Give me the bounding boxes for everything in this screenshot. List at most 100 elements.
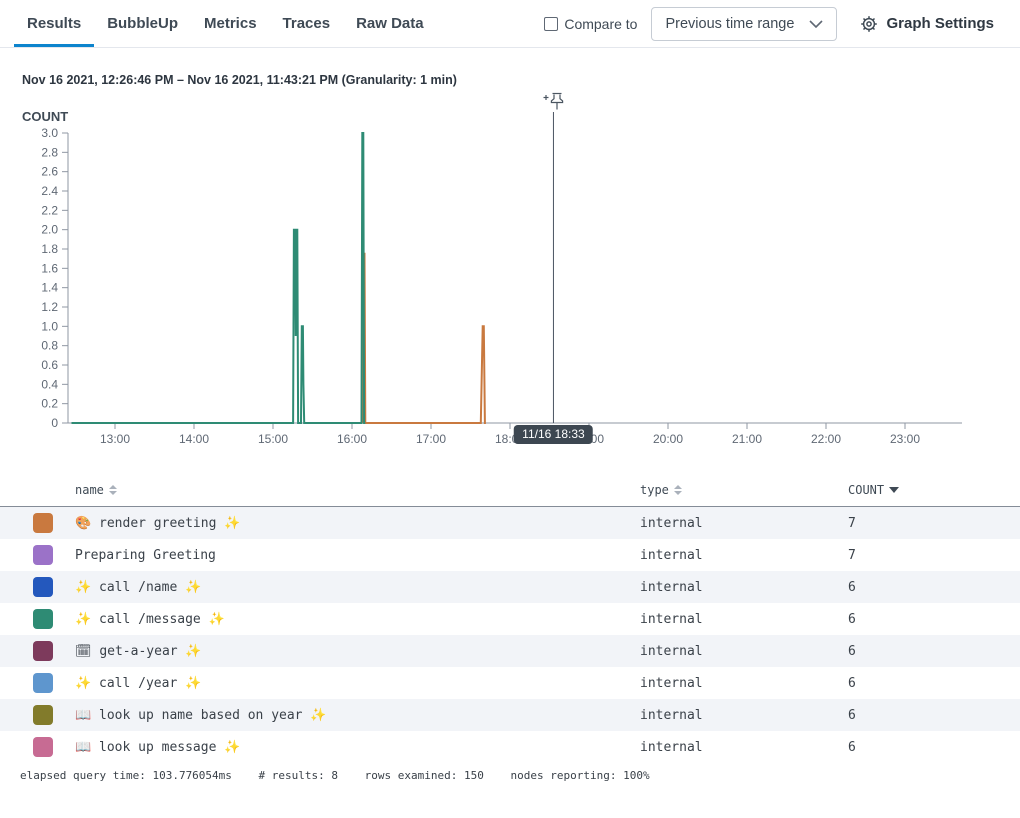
y-tick-label: 2.0 xyxy=(41,223,58,237)
series-color-swatch xyxy=(33,705,53,725)
column-header-count-label: COUNT xyxy=(848,483,884,497)
tab-bubbleup[interactable]: BubbleUp xyxy=(94,0,191,47)
row-type: internal xyxy=(640,580,703,595)
x-tick-label: 17:00 xyxy=(416,432,446,446)
series-color-swatch xyxy=(33,673,53,693)
row-name: 🎨 render greeting ✨ xyxy=(75,516,240,531)
sort-icon xyxy=(674,485,682,495)
tab-raw-data-label: Raw Data xyxy=(356,15,424,32)
graph-settings-button[interactable]: Graph Settings xyxy=(886,15,994,32)
x-tick-label: 20:00 xyxy=(653,432,683,446)
table-row[interactable]: 🗓 get-a-year ✨ internal 6 xyxy=(0,635,1020,667)
table-row[interactable]: ✨ call /message ✨ internal 6 xyxy=(0,603,1020,635)
table-row[interactable]: Preparing Greeting internal 7 xyxy=(0,539,1020,571)
row-count: 6 xyxy=(848,676,856,691)
y-tick-label: 0.8 xyxy=(41,339,58,353)
series-color-swatch xyxy=(33,577,53,597)
x-tick-label: 16:00 xyxy=(337,432,367,446)
query-stats: elapsed query time: 103.776054ms # resul… xyxy=(20,769,670,782)
y-tick-label: 2.8 xyxy=(41,145,58,159)
row-name: 📖 look up message ✨ xyxy=(75,740,240,755)
topbar-controls: Compare to Previous time range Graph Set… xyxy=(544,7,994,41)
series-color-swatch xyxy=(33,609,53,629)
row-count: 6 xyxy=(848,580,856,595)
y-tick-label: 2.4 xyxy=(41,184,58,198)
row-type: internal xyxy=(640,708,703,723)
sort-desc-icon xyxy=(889,487,899,493)
row-count: 6 xyxy=(848,708,856,723)
stat-rows-examined: rows examined: 150 xyxy=(365,769,484,782)
tab-results-label: Results xyxy=(27,15,81,32)
row-type: internal xyxy=(640,740,703,755)
compare-to-label: Compare to xyxy=(564,16,637,32)
sort-icon xyxy=(109,485,117,495)
series-line-1 xyxy=(72,133,366,423)
time-range-select-value: Previous time range xyxy=(665,16,809,32)
top-bar: Results BubbleUp Metrics Traces Raw Data… xyxy=(0,0,1020,48)
row-count: 6 xyxy=(848,612,856,627)
row-name: ✨ call /name ✨ xyxy=(75,580,201,595)
chevron-down-icon xyxy=(809,20,823,28)
table-row[interactable]: 📖 look up name based on year ✨ internal … xyxy=(0,699,1020,731)
x-tick-label: 14:00 xyxy=(179,432,209,446)
stat-elapsed-time: elapsed query time: 103.776054ms xyxy=(20,769,232,782)
table-row[interactable]: ✨ call /name ✨ internal 6 xyxy=(0,571,1020,603)
row-type: internal xyxy=(640,644,703,659)
row-type: internal xyxy=(640,548,703,563)
table-body: 🎨 render greeting ✨ internal 7 Preparing… xyxy=(0,507,1020,763)
series-color-swatch xyxy=(33,737,53,757)
stat-nodes-reporting: nodes reporting: 100% xyxy=(511,769,650,782)
series-color-swatch xyxy=(33,513,53,533)
chart-canvas[interactable]: 00.20.40.60.81.01.21.41.61.82.02.22.42.6… xyxy=(0,88,1020,454)
time-range-select[interactable]: Previous time range xyxy=(651,7,837,41)
gear-icon[interactable] xyxy=(859,14,879,34)
table-row[interactable]: 🎨 render greeting ✨ internal 7 xyxy=(0,507,1020,539)
tab-metrics[interactable]: Metrics xyxy=(191,0,270,47)
y-tick-label: 1.0 xyxy=(41,319,58,333)
y-tick-label: 0 xyxy=(51,416,58,430)
column-header-count[interactable]: COUNT xyxy=(848,483,899,497)
series-color-swatch xyxy=(33,545,53,565)
tab-bar: Results BubbleUp Metrics Traces Raw Data xyxy=(14,0,437,47)
y-tick-label: 2.6 xyxy=(41,165,58,179)
y-tick-label: 0.2 xyxy=(41,397,58,411)
compare-to-checkbox[interactable] xyxy=(544,17,558,31)
tab-results[interactable]: Results xyxy=(14,0,94,47)
table-row[interactable]: 📖 look up message ✨ internal 6 xyxy=(0,731,1020,763)
row-name: ✨ call /year ✨ xyxy=(75,676,201,691)
tab-bubbleup-label: BubbleUp xyxy=(107,15,178,32)
y-tick-label: 1.8 xyxy=(41,242,58,256)
results-table: name type COUNT 🎨 render greeting ✨ inte… xyxy=(0,478,1020,763)
tab-raw-data[interactable]: Raw Data xyxy=(343,0,437,47)
column-header-name[interactable]: name xyxy=(75,483,117,497)
column-header-name-label: name xyxy=(75,483,104,497)
results-chart: COUNT 00.20.40.60.81.01.21.41.61.82.02.2… xyxy=(0,88,1020,454)
tab-traces[interactable]: Traces xyxy=(270,0,344,47)
x-tick-label: 13:00 xyxy=(100,432,130,446)
y-tick-label: 0.4 xyxy=(41,377,58,391)
row-count: 7 xyxy=(848,516,856,531)
column-header-type-label: type xyxy=(640,483,669,497)
row-name: Preparing Greeting xyxy=(75,548,216,563)
table-header: name type COUNT xyxy=(0,478,1020,507)
y-tick-label: 2.2 xyxy=(41,203,58,217)
tab-traces-label: Traces xyxy=(283,15,331,32)
y-tick-label: 1.2 xyxy=(41,300,58,314)
row-type: internal xyxy=(640,676,703,691)
series-color-swatch xyxy=(33,641,53,661)
x-tick-label: 21:00 xyxy=(732,432,762,446)
y-tick-label: 3.0 xyxy=(41,126,58,140)
table-row[interactable]: ✨ call /year ✨ internal 6 xyxy=(0,667,1020,699)
y-tick-label: 1.4 xyxy=(41,281,58,295)
crosshair-pin-icon[interactable] xyxy=(542,91,564,118)
x-tick-label: 15:00 xyxy=(258,432,288,446)
x-tick-label: 23:00 xyxy=(890,432,920,446)
row-count: 6 xyxy=(848,740,856,755)
crosshair-time-tooltip: 11/16 18:33 xyxy=(514,425,593,444)
row-type: internal xyxy=(640,612,703,627)
series-line-0 xyxy=(363,254,486,423)
x-tick-label: 22:00 xyxy=(811,432,841,446)
tab-metrics-label: Metrics xyxy=(204,15,257,32)
row-type: internal xyxy=(640,516,703,531)
column-header-type[interactable]: type xyxy=(640,483,682,497)
